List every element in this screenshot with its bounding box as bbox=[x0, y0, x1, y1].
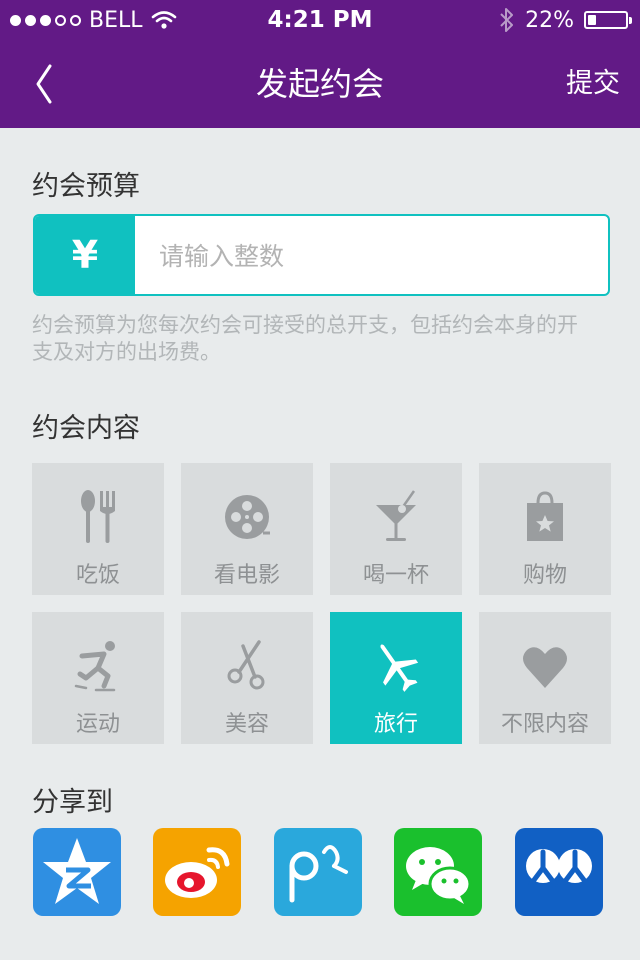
share-qzone-button[interactable] bbox=[33, 828, 121, 916]
tile-beauty[interactable]: 美容 bbox=[181, 612, 313, 744]
film-reel-icon bbox=[225, 495, 270, 539]
share-renren-button[interactable] bbox=[515, 828, 603, 916]
tile-label: 运动 bbox=[75, 712, 120, 737]
tile-label: 看电影 bbox=[213, 563, 280, 588]
scissors-icon bbox=[227, 640, 265, 690]
page-title: 发起约会 bbox=[255, 65, 384, 103]
tencent-weibo-icon bbox=[274, 828, 362, 916]
wechat-icon bbox=[394, 828, 482, 916]
tile-shopping[interactable]: 购物 bbox=[479, 463, 611, 595]
budget-section-label: 约会预算 bbox=[32, 171, 140, 202]
tile-dining[interactable]: 吃饭 bbox=[32, 463, 164, 595]
share-weibo-button[interactable] bbox=[153, 828, 241, 916]
budget-hint: 约会预算为您每次约会可接受的总开支，包括约会本身的开支及对方的出场费。 bbox=[32, 313, 578, 364]
weibo-icon bbox=[153, 828, 241, 916]
navigation-bar: 发起约会 提交 bbox=[0, 40, 640, 128]
status-bar: BELL 4:21 PM 22% bbox=[0, 0, 640, 40]
tile-label: 吃饭 bbox=[75, 563, 120, 588]
content-section-label: 约会内容 bbox=[32, 413, 140, 444]
budget-input-group: ¥ bbox=[33, 214, 610, 296]
skater-icon bbox=[74, 641, 116, 692]
status-right: 22% bbox=[499, 0, 632, 40]
share-tencent-weibo-button[interactable] bbox=[274, 828, 362, 916]
budget-input[interactable] bbox=[157, 216, 601, 294]
tile-label: 不限内容 bbox=[500, 712, 589, 737]
airplane-icon bbox=[380, 644, 419, 692]
submit-button[interactable]: 提交 bbox=[566, 40, 620, 128]
share-wechat-button[interactable] bbox=[394, 828, 482, 916]
tile-label: 美容 bbox=[224, 712, 269, 737]
qzone-icon bbox=[33, 828, 121, 916]
tile-travel[interactable]: 旅行 bbox=[330, 612, 462, 744]
tile-label: 旅行 bbox=[373, 712, 418, 737]
fork-spoon-icon bbox=[81, 490, 115, 543]
yen-icon: ¥ bbox=[35, 216, 135, 294]
tile-drinks[interactable]: 喝一杯 bbox=[330, 463, 462, 595]
tile-label: 购物 bbox=[522, 563, 567, 588]
tile-any[interactable]: 不限内容 bbox=[479, 612, 611, 744]
bluetooth-icon bbox=[500, 8, 514, 32]
cocktail-icon bbox=[376, 490, 416, 541]
shopping-bag-icon bbox=[527, 491, 563, 541]
share-section-label: 分享到 bbox=[32, 787, 113, 818]
tile-sports[interactable]: 运动 bbox=[32, 612, 164, 744]
battery-percent: 22% bbox=[525, 7, 574, 33]
renren-icon bbox=[515, 828, 603, 916]
battery-icon bbox=[584, 11, 632, 29]
tile-label: 喝一杯 bbox=[362, 563, 429, 588]
heart-icon bbox=[523, 647, 567, 688]
tile-movie[interactable]: 看电影 bbox=[181, 463, 313, 595]
